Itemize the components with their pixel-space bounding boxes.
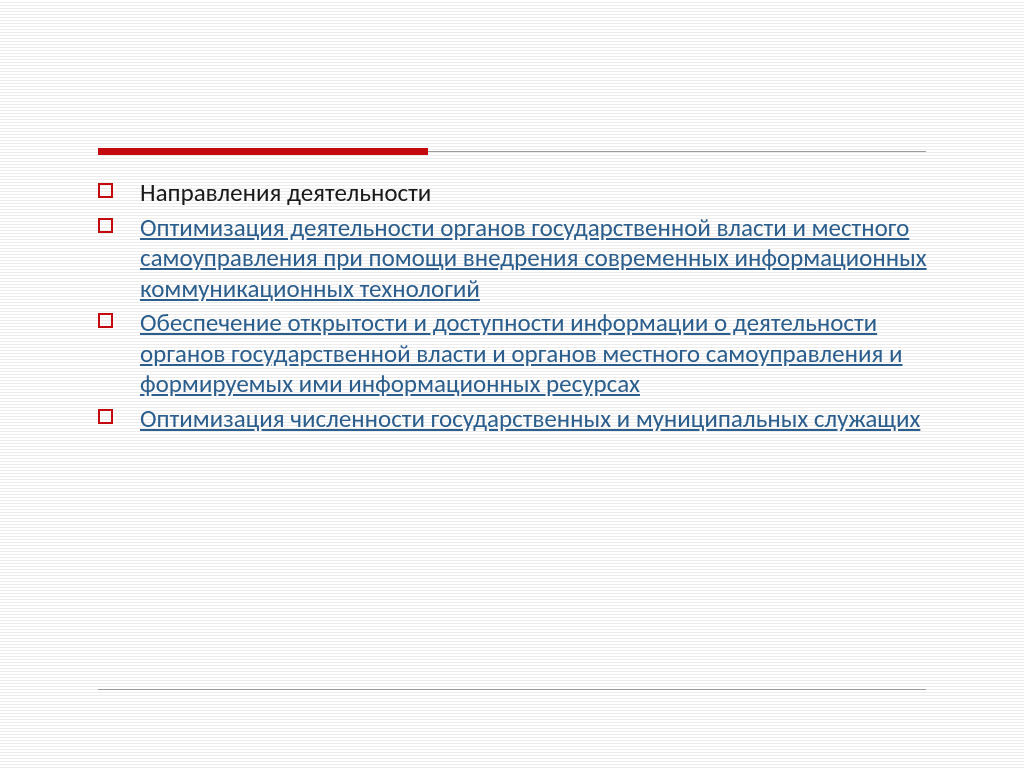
square-bullet-icon — [98, 183, 113, 198]
list-item: Оптимизация численности государственных … — [98, 404, 934, 435]
slide: Направления деятельности Оптимизация дея… — [0, 0, 1024, 768]
content-area: Направления деятельности Оптимизация дея… — [98, 178, 934, 438]
list-item-link[interactable]: Оптимизация численности государственных … — [140, 403, 920, 434]
bullet-list: Направления деятельности Оптимизация дея… — [98, 178, 934, 434]
square-bullet-icon — [98, 218, 113, 233]
list-item-link[interactable]: Оптимизация деятельности органов государ… — [140, 212, 927, 304]
list-item-link[interactable]: Обеспечение открытости и доступности инф… — [140, 307, 903, 399]
bottom-divider — [98, 689, 926, 690]
square-bullet-icon — [98, 313, 113, 328]
list-item: Обеспечение открытости и доступности инф… — [98, 308, 934, 400]
square-bullet-icon — [98, 409, 113, 424]
list-item: Направления деятельности — [98, 178, 934, 209]
list-item-text: Направления деятельности — [140, 177, 431, 208]
list-item: Оптимизация деятельности органов государ… — [98, 213, 934, 305]
top-divider — [98, 148, 926, 156]
top-divider-thick — [98, 148, 428, 155]
